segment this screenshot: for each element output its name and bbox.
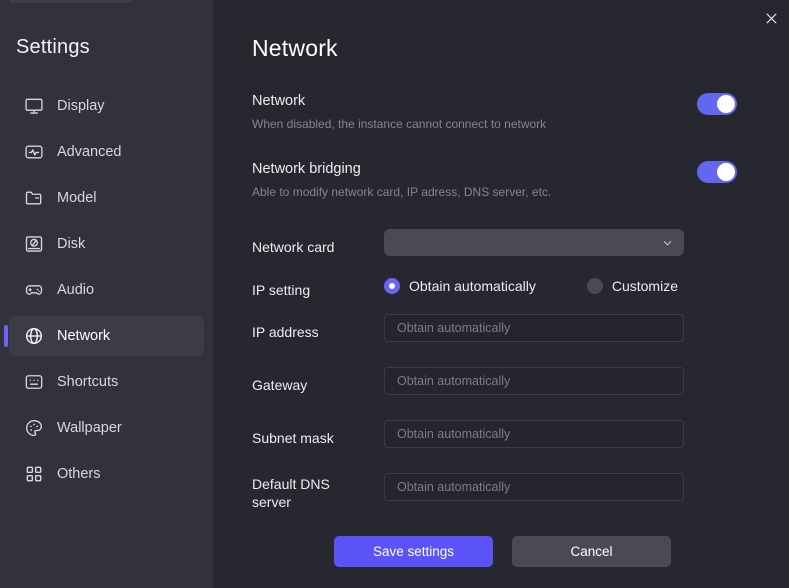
monitor-icon: [23, 95, 45, 117]
selection-accent-bar: [4, 141, 8, 163]
palette-icon: [23, 417, 45, 439]
sidebar-item-others[interactable]: Others: [9, 454, 204, 494]
sidebar-item-label: Wallpaper: [57, 419, 122, 436]
ip-setting-radio-group: Obtain automatically Customize: [384, 272, 678, 294]
sidebar-item-network[interactable]: Network: [4, 316, 204, 356]
network-card-label: Network card: [252, 239, 335, 255]
network-bridging-description: Able to modify network card, IP adress, …: [252, 185, 552, 199]
selection-accent-bar: [4, 279, 8, 301]
selection-accent-bar: [4, 417, 8, 439]
save-settings-button[interactable]: Save settings: [334, 536, 493, 567]
selection-accent-bar: [4, 463, 8, 485]
sidebar-item-label: Disk: [57, 235, 86, 252]
sidebar-item-label: Display: [57, 97, 105, 114]
globe-icon: [23, 325, 45, 347]
settings-content-panel: Network Network When disabled, the insta…: [213, 0, 789, 588]
sidebar: Settings Display Advanced Model Disk Aud…: [0, 0, 213, 588]
network-card-select[interactable]: [384, 229, 684, 256]
sidebar-item-label: Others: [57, 465, 101, 482]
chevron-down-icon: [662, 237, 673, 248]
subnet-mask-row: Subnet mask: [252, 420, 737, 448]
selection-accent-bar: [4, 95, 8, 117]
gateway-label: Gateway: [252, 377, 308, 393]
default-dns-server-row: Default DNS server: [252, 473, 737, 511]
toggle-knob: [717, 95, 735, 113]
ip-address-input[interactable]: [384, 314, 684, 342]
selection-accent-bar: [4, 187, 8, 209]
ip-setting-label: IP setting: [252, 282, 311, 298]
network-bridging-toggle-switch[interactable]: [697, 161, 737, 183]
folder-icon: [23, 187, 45, 209]
dialog-button-bar: Save settings Cancel: [334, 536, 671, 567]
close-icon[interactable]: [759, 6, 783, 30]
cancel-button[interactable]: Cancel: [512, 536, 671, 567]
grid-icon: [23, 463, 45, 485]
sidebar-item-label: Model: [57, 189, 97, 206]
radio-indicator: [586, 278, 603, 294]
gateway-input[interactable]: [384, 367, 684, 395]
ip-address-label: IP address: [252, 324, 319, 340]
network-bridging-title: Network bridging: [252, 161, 361, 177]
default-dns-server-label: Default DNS server: [252, 473, 384, 511]
sidebar-item-shortcuts[interactable]: Shortcuts: [9, 362, 204, 402]
subnet-mask-input[interactable]: [384, 420, 684, 448]
sidebar-item-label: Shortcuts: [57, 373, 119, 390]
network-toggle-description: When disabled, the instance cannot conne…: [252, 117, 547, 131]
settings-window: Settings Display Advanced Model Disk Aud…: [0, 0, 789, 588]
activity-icon: [23, 141, 45, 163]
sidebar-item-display[interactable]: Display: [9, 86, 204, 126]
toggle-knob: [717, 163, 735, 181]
sidebar-title: Settings: [16, 36, 90, 58]
dns-label-line-2: server: [252, 494, 291, 510]
sidebar-item-wallpaper[interactable]: Wallpaper: [9, 408, 204, 448]
sidebar-item-label: Network: [57, 327, 111, 344]
network-toggle-title: Network: [252, 93, 306, 109]
default-dns-server-input[interactable]: [384, 473, 684, 501]
radio-label: Obtain automatically: [409, 278, 536, 294]
window-top-strip: [10, 0, 132, 3]
selection-accent-bar: [4, 371, 8, 393]
sidebar-item-label: Audio: [57, 281, 95, 298]
radio-obtain-automatically[interactable]: Obtain automatically: [384, 278, 536, 294]
subnet-mask-label: Subnet mask: [252, 430, 334, 446]
radio-label: Customize: [611, 278, 678, 294]
radio-indicator: [384, 278, 400, 294]
selection-accent-bar: [4, 325, 8, 347]
page-title: Network: [252, 35, 338, 61]
sidebar-item-audio[interactable]: Audio: [9, 270, 204, 310]
radio-customize[interactable]: Customize: [586, 278, 678, 294]
sidebar-item-label: Advanced: [57, 143, 122, 160]
keyboard-icon: [23, 371, 45, 393]
ip-setting-row: IP setting Obtain automatically Customiz…: [252, 272, 737, 299]
network-toggle-switch[interactable]: [697, 93, 737, 115]
dns-label-line-1: Default DNS: [252, 476, 330, 492]
network-card-row: Network card: [252, 229, 737, 256]
ip-address-row: IP address: [252, 314, 737, 342]
gamepad-icon: [23, 279, 45, 301]
sidebar-item-model[interactable]: Model: [9, 178, 204, 218]
sidebar-item-disk[interactable]: Disk: [9, 224, 204, 264]
network-bridging-toggle-row: Network bridging Able to modify network …: [252, 161, 737, 199]
network-toggle-row: Network When disabled, the instance cann…: [252, 93, 737, 131]
sidebar-item-advanced[interactable]: Advanced: [9, 132, 204, 172]
disk-icon: [23, 233, 45, 255]
gateway-row: Gateway: [252, 367, 737, 395]
selection-accent-bar: [4, 233, 8, 255]
sidebar-nav: Display Advanced Model Disk Audio Networ…: [0, 86, 213, 500]
